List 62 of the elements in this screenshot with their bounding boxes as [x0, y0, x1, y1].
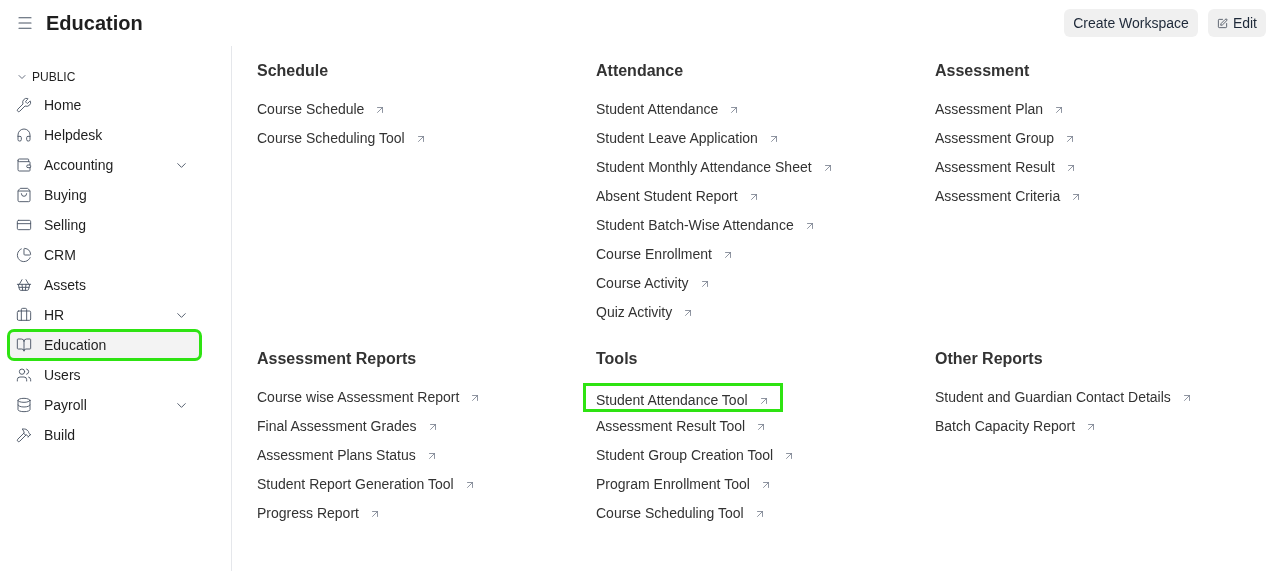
link[interactable]: Progress Report	[257, 499, 381, 528]
link[interactable]: Student Attendance Tool	[596, 386, 770, 415]
link[interactable]: Student Attendance	[596, 95, 741, 124]
section-label: PUBLIC	[32, 69, 76, 86]
link[interactable]: Course wise Assessment Report	[257, 383, 482, 412]
link[interactable]: Assessment Result	[935, 153, 1077, 182]
sidebar-item[interactable]: Buying	[8, 180, 201, 210]
sidebar-item[interactable]: Build	[8, 420, 201, 450]
link[interactable]: Batch Capacity Report	[935, 412, 1098, 441]
database-icon	[16, 397, 32, 413]
section-title: Assessment Reports	[257, 349, 418, 369]
link[interactable]: Course Schedule	[257, 95, 387, 124]
link[interactable]: Assessment Result Tool	[596, 412, 768, 441]
link[interactable]: Course Enrollment	[596, 240, 734, 269]
link[interactable]: Assessment Plan	[935, 95, 1066, 124]
section-title: Assessment	[935, 61, 1031, 81]
section-title: Schedule	[257, 61, 330, 81]
edit-icon	[1216, 17, 1228, 29]
headphones-icon	[16, 127, 32, 143]
link[interactable]: Student Batch-Wise Attendance	[596, 211, 816, 240]
link[interactable]: Assessment Group	[935, 124, 1077, 153]
wrench-icon	[16, 97, 32, 113]
book-icon	[16, 337, 32, 353]
menu-icon[interactable]	[16, 14, 34, 32]
link[interactable]: Absent Student Report	[596, 182, 760, 211]
sidebar-item[interactable]: Assets	[8, 270, 201, 300]
link[interactable]: Course Activity	[596, 269, 711, 298]
link[interactable]: Quiz Activity	[596, 298, 695, 327]
link[interactable]: Assessment Criteria	[935, 182, 1083, 211]
wallet-icon	[16, 157, 32, 173]
sidebar-item[interactable]: Home	[8, 90, 201, 120]
hammer-icon	[16, 427, 32, 443]
sidebar-item[interactable]: Payroll	[8, 390, 201, 420]
link[interactable]: Program Enrollment Tool	[596, 470, 772, 499]
bag-icon	[16, 187, 32, 203]
link[interactable]: Student Leave Application	[596, 124, 780, 153]
basket-icon	[16, 277, 32, 293]
section-title: Attendance	[596, 61, 685, 81]
link[interactable]: Student and Guardian Contact Details	[935, 383, 1193, 412]
section-title: Other Reports	[935, 349, 1044, 369]
link[interactable]: Student Group Creation Tool	[596, 441, 796, 470]
create-workspace-button[interactable]: Create Workspace	[1064, 9, 1198, 37]
page-title: Education	[46, 11, 143, 36]
pie-chart-icon	[16, 247, 32, 263]
sidebar-item[interactable]: HR	[8, 300, 201, 330]
briefcase-icon	[16, 307, 32, 323]
section-title: Tools	[596, 349, 639, 369]
sidebar-item[interactable]: Education	[8, 330, 201, 360]
edit-button[interactable]: Edit	[1207, 9, 1266, 37]
link[interactable]: Course Scheduling Tool	[596, 499, 766, 528]
link[interactable]: Student Report Generation Tool	[257, 470, 476, 499]
card-icon	[16, 217, 32, 233]
users-icon	[16, 367, 32, 383]
link[interactable]: Course Scheduling Tool	[257, 124, 427, 153]
sidebar-item[interactable]: CRM	[8, 240, 201, 270]
link[interactable]: Final Assessment Grades	[257, 412, 439, 441]
sidebar-item[interactable]: Selling	[8, 210, 201, 240]
sidebar-item[interactable]: Users	[8, 360, 201, 390]
link[interactable]: Assessment Plans Status	[257, 441, 438, 470]
sidebar-item[interactable]: Accounting	[8, 150, 201, 180]
link[interactable]: Student Monthly Attendance Sheet	[596, 153, 834, 182]
sidebar-item[interactable]: Helpdesk	[8, 120, 201, 150]
